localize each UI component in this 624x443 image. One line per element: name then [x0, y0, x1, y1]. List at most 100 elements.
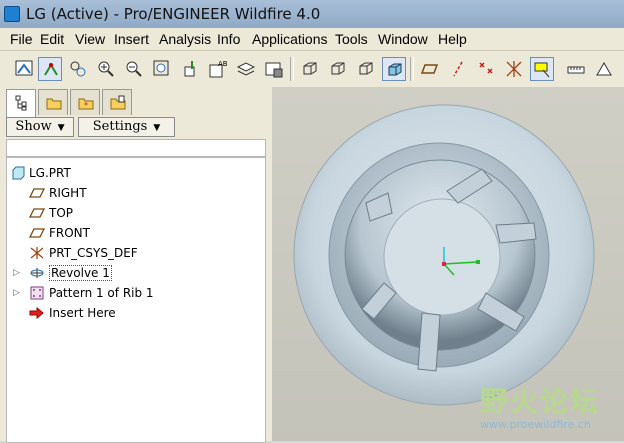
tree-node-insert-here[interactable]: Insert Here	[9, 304, 259, 322]
menu-applications[interactable]: Applications	[252, 28, 328, 50]
measure-icon	[567, 66, 585, 74]
tree-node-pattern[interactable]: ▷ Pattern 1 of Rib 1	[9, 284, 259, 302]
tree-node-part[interactable]: LG.PRT	[9, 164, 259, 182]
spin-center-button[interactable]	[38, 57, 62, 81]
datum-point-icon	[479, 62, 493, 74]
menu-insert[interactable]: Insert	[114, 28, 149, 50]
tree-node-top[interactable]: TOP	[9, 204, 259, 222]
view-manager-icon	[265, 62, 283, 78]
menu-help[interactable]: Help	[438, 28, 467, 50]
annotation-icon	[534, 62, 550, 78]
tree-node-label: RIGHT	[49, 186, 87, 200]
datum-axis-icon	[453, 61, 463, 77]
tree-node-front[interactable]: FRONT	[9, 224, 259, 242]
menu-window[interactable]: Window	[378, 28, 428, 50]
forum-watermark: 野火论坛	[480, 385, 601, 418]
show-menu-button[interactable]: Show ▼	[6, 117, 74, 137]
no-hidden-icon	[359, 62, 373, 75]
datum-plane-icon	[29, 228, 45, 238]
toolbar: AB	[0, 51, 624, 88]
layers-button[interactable]	[234, 57, 258, 81]
layers-icon	[236, 62, 256, 76]
model-tree-icon	[15, 95, 27, 111]
zoom-out-icon	[126, 61, 142, 77]
wireframe-button[interactable]	[298, 57, 322, 81]
settings-label: Settings	[92, 119, 148, 134]
measure-button[interactable]	[564, 57, 588, 81]
revolve-icon	[30, 268, 44, 278]
settings-menu-button[interactable]: Settings ▼	[78, 117, 175, 137]
tree-node-label: FRONT	[49, 226, 90, 240]
hidden-line-button[interactable]	[326, 57, 350, 81]
tree-node-right[interactable]: RIGHT	[9, 184, 259, 202]
datum-point-button[interactable]	[474, 57, 498, 81]
tree-node-revolve[interactable]: ▷ Revolve 1	[9, 264, 259, 282]
favorites-icon: *	[78, 98, 94, 110]
pattern-icon	[30, 286, 44, 300]
tree-node-csys[interactable]: PRT_CSYS_DEF	[9, 244, 259, 262]
model-tree: LG.PRT RIGHT TOP FRONT PRT_CSYS_DEF ▷ Re…	[6, 157, 266, 443]
folder-icon	[46, 98, 62, 110]
navigator-panel: * Show ▼ Settings ▼ LG.PRT RIGHT TOP FRON	[0, 87, 268, 443]
chevron-down-icon: ▼	[153, 123, 161, 133]
svg-text:*: *	[84, 101, 88, 110]
window-title: LG (Active) - Pro/ENGINEER Wildfire 4.0	[26, 5, 321, 23]
orient-icon	[70, 61, 86, 77]
reorient-button[interactable]	[180, 57, 204, 81]
chevron-down-icon: ▼	[57, 123, 65, 133]
title-bar: LG (Active) - Pro/ENGINEER Wildfire 4.0	[0, 0, 624, 28]
datum-plane-button[interactable]	[418, 57, 442, 81]
hidden-line-icon	[331, 62, 345, 75]
zoom-in-button[interactable]	[94, 57, 118, 81]
menu-edit[interactable]: Edit	[40, 28, 64, 50]
show-label: Show	[15, 119, 52, 134]
saved-views-button[interactable]: AB	[206, 57, 230, 81]
model-tree-tab[interactable]	[6, 89, 36, 117]
zoom-in-icon	[98, 61, 114, 77]
datum-plane-icon	[29, 188, 45, 198]
toolbar-separator	[410, 57, 414, 81]
menu-analysis[interactable]: Analysis	[159, 28, 211, 50]
datum-plane-icon	[29, 208, 45, 218]
datum-axis-button[interactable]	[446, 57, 470, 81]
tree-node-label: LG.PRT	[29, 166, 71, 180]
tree-header	[6, 139, 266, 157]
wireframe-icon	[303, 62, 317, 75]
insert-here-arrow-icon	[29, 306, 44, 320]
menu-tools[interactable]: Tools	[335, 28, 368, 50]
toolbar-separator	[290, 57, 294, 81]
menu-file[interactable]: File	[10, 28, 33, 50]
tree-node-label: Insert Here	[49, 306, 116, 320]
menu-view[interactable]: View	[75, 28, 105, 50]
analysis-icon	[596, 62, 612, 76]
datum-plane-icon	[420, 64, 439, 74]
annotation-button[interactable]	[530, 57, 554, 81]
zoom-out-button[interactable]	[122, 57, 146, 81]
no-hidden-button[interactable]	[354, 57, 378, 81]
expand-arrow-icon[interactable]: ▷	[13, 284, 20, 302]
folder-browser-tab[interactable]	[38, 89, 68, 115]
part-icon	[12, 166, 25, 180]
forum-watermark-url: www.proewildfire.cn	[480, 418, 591, 431]
analysis-button[interactable]	[592, 57, 616, 81]
menu-bar: File Edit View Insert Analysis Info Appl…	[0, 28, 624, 51]
refit-button[interactable]	[150, 57, 174, 81]
reorient-icon	[184, 61, 195, 77]
spin-center-icon	[44, 63, 58, 76]
shading-button[interactable]	[382, 57, 406, 81]
csys-button[interactable]	[502, 57, 526, 81]
favorites-tab[interactable]: *	[70, 89, 100, 115]
connections-tab[interactable]	[102, 89, 132, 115]
menu-info[interactable]: Info	[217, 28, 240, 50]
view-manager-button[interactable]	[262, 57, 286, 81]
tree-node-label: TOP	[49, 206, 74, 220]
saved-views-icon: AB	[209, 60, 228, 78]
orient-button[interactable]	[66, 57, 90, 81]
refit-icon	[153, 60, 169, 76]
csys-icon	[30, 247, 44, 259]
repaint-button[interactable]	[12, 57, 36, 81]
repaint-icon	[15, 60, 33, 76]
tree-node-label: PRT_CSYS_DEF	[49, 246, 138, 260]
expand-arrow-icon[interactable]: ▷	[13, 264, 20, 282]
shading-icon	[388, 63, 402, 76]
